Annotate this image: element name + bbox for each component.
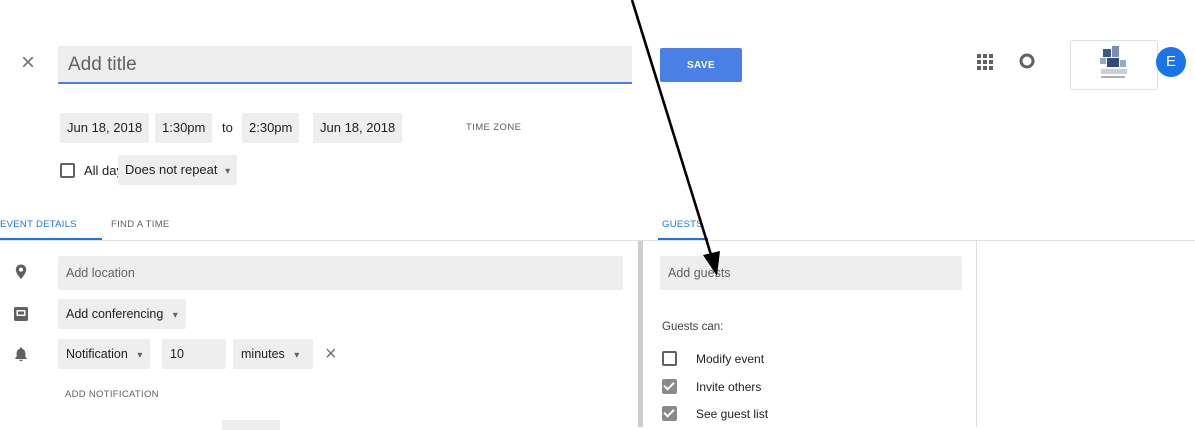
end-time-chip[interactable]: 2:30pm [242, 113, 300, 143]
notification-unit-value: minutes [241, 347, 285, 361]
notification-type-value: Notification [66, 347, 128, 361]
guests-column-divider [976, 241, 977, 427]
start-time-chip[interactable]: 1:30pm [155, 113, 213, 143]
title-input[interactable] [66, 51, 620, 79]
time-zone-button[interactable]: TIME ZONE [466, 113, 521, 143]
guests-can-label: Guests can: [662, 321, 724, 333]
notification-amount-input[interactable]: 10 [162, 339, 226, 369]
add-notification-button[interactable]: ADD NOTIFICATION [65, 389, 159, 400]
repeat-dropdown[interactable]: Does not repeat ▾ [118, 155, 238, 185]
chevron-down-icon: ▾ [225, 166, 231, 177]
location-input[interactable]: Add location [58, 256, 623, 290]
permission-label: Invite others [696, 380, 762, 394]
invite-others-checkbox[interactable] [662, 379, 677, 394]
location-pin-icon [15, 264, 27, 279]
title-field[interactable] [58, 46, 632, 84]
remove-notification-icon[interactable]: × [325, 340, 337, 368]
add-conferencing-dropdown[interactable]: Add conferencing ▾ [58, 299, 186, 329]
see-guest-list-checkbox[interactable] [662, 406, 677, 421]
end-date-chip[interactable]: Jun 18, 2018 [313, 113, 403, 143]
save-button[interactable]: SAVE [660, 48, 742, 82]
chevron-down-icon: ▾ [172, 310, 178, 321]
chevron-down-icon: ▾ [137, 350, 143, 361]
tab-event-details[interactable]: EVENT DETAILS [0, 219, 77, 230]
apps-grid-icon[interactable] [977, 54, 993, 70]
conference-icon [14, 307, 28, 321]
add-guests-input[interactable]: Add guests [660, 256, 962, 290]
panel-separator[interactable] [638, 241, 643, 427]
notification-unit-dropdown[interactable]: minutes ▾ [233, 339, 313, 369]
permission-label: See guest list [696, 407, 769, 421]
notification-type-dropdown[interactable]: Notification ▾ [58, 339, 151, 369]
conferencing-label: Add conferencing [66, 307, 164, 321]
tabs-divider [0, 240, 640, 241]
notification-ring-icon[interactable] [1019, 53, 1035, 69]
tab-find-a-time[interactable]: FIND A TIME [111, 219, 170, 230]
tab-guests[interactable]: GUESTS [662, 219, 703, 230]
logo-emblem-icon [1100, 46, 1127, 78]
event-color-dropdown[interactable] [222, 420, 280, 430]
chevron-down-icon: ▾ [294, 350, 300, 361]
all-day-checkbox[interactable] [60, 163, 75, 178]
repeat-value: Does not repeat [125, 162, 218, 177]
to-label: to [222, 120, 233, 135]
account-avatar[interactable]: E [1156, 47, 1186, 77]
modify-event-checkbox[interactable] [662, 351, 677, 366]
close-icon[interactable]: × [14, 50, 42, 78]
start-date-chip[interactable]: Jun 18, 2018 [60, 113, 150, 143]
bell-icon [15, 347, 27, 362]
organization-logo[interactable] [1070, 40, 1158, 90]
guests-divider [640, 240, 1195, 241]
permission-label: Modify event [696, 352, 765, 366]
